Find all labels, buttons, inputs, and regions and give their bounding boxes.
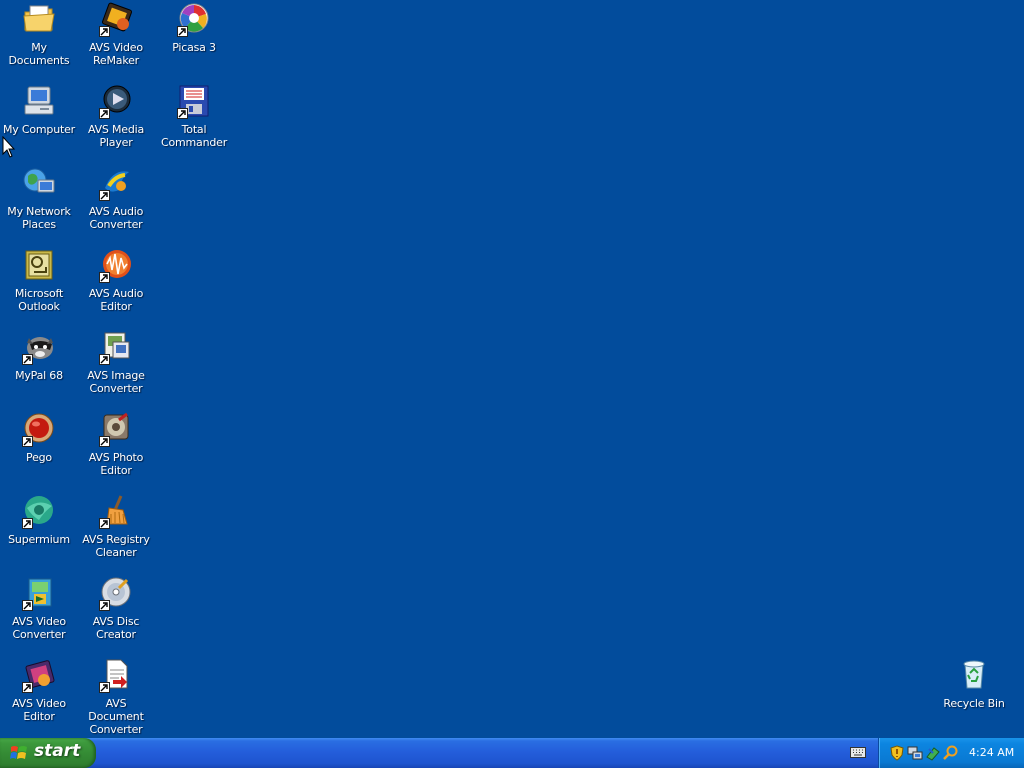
shortcut-arrow-icon (22, 354, 33, 365)
windows-logo-icon (10, 746, 27, 759)
film-remaker-icon (99, 2, 133, 37)
network-icon[interactable] (907, 745, 923, 761)
floppy-disk-icon (177, 84, 211, 119)
teal-browser-icon (22, 494, 56, 529)
desktop-icon-my-documents[interactable]: My Documents (0, 2, 78, 67)
desktop-icon-avs-image-converter[interactable]: AVS Image Converter (77, 330, 155, 395)
film-editor-icon (22, 658, 56, 693)
shortcut-arrow-icon (22, 682, 33, 693)
desktop-icon-my-network-places[interactable]: My Network Places (0, 166, 78, 231)
audio-converter-icon (99, 166, 133, 201)
desktop-icon-my-computer[interactable]: My Computer (0, 84, 78, 136)
desktop-icon-avs-registry-cleaner[interactable]: AVS Registry Cleaner (77, 494, 155, 559)
desktop-icon-avs-video-editor[interactable]: AVS Video Editor (0, 658, 78, 723)
taskbar: start 4:24 AM (0, 738, 1024, 768)
photo-editor-icon (99, 412, 133, 447)
keyboard-icon[interactable] (850, 746, 866, 758)
shortcut-arrow-icon (99, 600, 110, 611)
desktop-icon-avs-document-converter[interactable]: AVS Document Converter (77, 658, 155, 736)
image-converter-icon (99, 330, 133, 365)
desktop-icon-avs-photo-editor[interactable]: AVS Photo Editor (77, 412, 155, 477)
shortcut-arrow-icon (99, 436, 110, 447)
desktop-icon-supermium[interactable]: Supermium (0, 494, 78, 546)
search-icon[interactable] (943, 745, 959, 761)
network-globe-icon (22, 166, 56, 200)
shortcut-arrow-icon (177, 108, 188, 119)
raccoon-browser-icon (22, 330, 56, 365)
desktop: My Documents My Computer My Network Plac… (0, 0, 1024, 738)
start-label: start (34, 741, 81, 761)
desktop-icon-mypal-68[interactable]: MyPal 68 (0, 330, 78, 382)
desktop-icon-microsoft-outlook[interactable]: Microsoft Outlook (0, 248, 78, 313)
safely-remove-icon[interactable] (925, 745, 941, 761)
desktop-icon-picasa-3[interactable]: Picasa 3 (155, 2, 233, 54)
shortcut-arrow-icon (99, 26, 110, 37)
red-orb-icon (22, 412, 56, 447)
shortcut-arrow-icon (99, 190, 110, 201)
clock[interactable]: 4:24 AM (969, 746, 1014, 759)
shortcut-arrow-icon (99, 272, 110, 283)
shortcut-arrow-icon (99, 518, 110, 529)
shortcut-arrow-icon (99, 682, 110, 693)
desktop-icon-avs-disc-creator[interactable]: AVS Disc Creator (77, 576, 155, 641)
shortcut-arrow-icon (22, 600, 33, 611)
disc-icon (99, 576, 133, 611)
computer-icon (22, 84, 56, 118)
desktop-icon-pego[interactable]: Pego (0, 412, 78, 464)
desktop-icon-avs-media-player[interactable]: AVS Media Player (77, 84, 155, 149)
shortcut-arrow-icon (22, 518, 33, 529)
system-tray: 4:24 AM (878, 738, 1024, 768)
desktop-icon-avs-audio-converter[interactable]: AVS Audio Converter (77, 166, 155, 231)
desktop-icon-recycle-bin[interactable]: Recycle Bin (935, 658, 1013, 710)
desktop-icon-total-commander[interactable]: Total Commander (155, 84, 233, 149)
media-player-icon (99, 84, 133, 119)
folder-documents-icon (22, 2, 56, 36)
audio-wave-icon (99, 248, 133, 283)
shortcut-arrow-icon (99, 354, 110, 365)
broom-icon (99, 494, 133, 529)
picasa-icon (177, 2, 211, 37)
desktop-icon-avs-video-remaker[interactable]: AVS Video ReMaker (77, 2, 155, 67)
outlook-icon (22, 248, 56, 282)
mouse-cursor-icon (2, 136, 16, 158)
recycle-bin-icon (957, 658, 991, 692)
shortcut-arrow-icon (22, 436, 33, 447)
video-converter-icon (22, 576, 56, 611)
desktop-icon-avs-audio-editor[interactable]: AVS Audio Editor (77, 248, 155, 313)
desktop-icon-avs-video-converter[interactable]: AVS Video Converter (0, 576, 78, 641)
security-shield-icon[interactable] (889, 745, 905, 761)
shortcut-arrow-icon (99, 108, 110, 119)
document-converter-icon (99, 658, 133, 693)
shortcut-arrow-icon (177, 26, 188, 37)
start-button[interactable]: start (0, 738, 96, 768)
